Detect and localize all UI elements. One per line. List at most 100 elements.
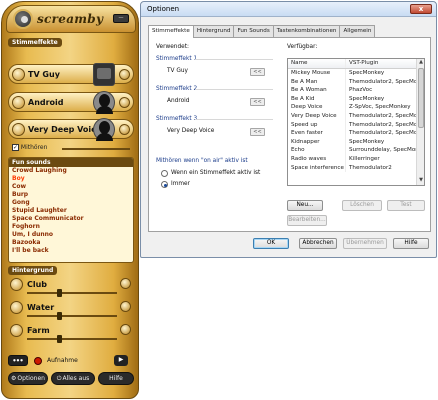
slot-3-value: Very Deep Voice bbox=[167, 128, 215, 134]
voice-toggle-2[interactable] bbox=[119, 97, 130, 108]
assign-slot-2-button[interactable]: << bbox=[250, 98, 265, 106]
background-club[interactable]: Club bbox=[8, 276, 134, 298]
list-item[interactable]: Speed upThemodulator2, SpecMonkey bbox=[288, 120, 424, 130]
optionen-button[interactable]: ⚙Optionen bbox=[8, 372, 48, 385]
fun-sound-item[interactable]: Bazooka bbox=[9, 239, 133, 247]
assign-slot-1-button[interactable]: << bbox=[250, 68, 265, 76]
list-item-plugin: Themodulator2, SpecMonkey bbox=[349, 130, 418, 137]
fun-sound-item[interactable]: Burp bbox=[9, 191, 133, 199]
column-header-plugin[interactable]: VST-Plugin bbox=[346, 59, 418, 68]
voice-effect-3[interactable]: Very Deep Voice bbox=[8, 118, 134, 141]
list-item[interactable]: Radio waves Killerringer bbox=[288, 154, 424, 164]
list-item[interactable]: Be A Kid SpecMonkey bbox=[288, 94, 424, 104]
list-item-plugin: Themodulator2, SpecMonkey bbox=[349, 78, 418, 85]
scroll-down-icon[interactable]: ▼ bbox=[417, 177, 424, 185]
list-item-plugin: SpecMonkey bbox=[349, 138, 385, 145]
scroll-up-icon[interactable]: ▲ bbox=[417, 59, 424, 67]
background-label: Club bbox=[27, 280, 48, 289]
hilfe-button-skin[interactable]: Hilfe bbox=[98, 372, 134, 385]
tab-fun-sounds[interactable]: Fun Sounds bbox=[233, 25, 274, 37]
voice-toggle-3[interactable] bbox=[119, 124, 130, 135]
available-effects-list[interactable]: Name VST-Plugin Mickey Mouse SpecMonkey B… bbox=[287, 58, 425, 186]
background-knob-farm[interactable] bbox=[10, 324, 23, 337]
list-item[interactable]: Mickey Mouse SpecMonkey bbox=[288, 69, 424, 78]
voice-effect-2[interactable]: Android bbox=[8, 91, 134, 114]
stimmeffekte-panel: Verwendet: Verfügbar: Stimmeffekt 1 TV G… bbox=[148, 37, 431, 232]
apply-button[interactable]: Übernehmen bbox=[343, 238, 387, 249]
monitor-volume-slider[interactable] bbox=[62, 148, 130, 150]
skin-header: screamby — bbox=[6, 5, 136, 33]
tab-hintergrund[interactable]: Hintergrund bbox=[192, 25, 235, 37]
background-volume-slider[interactable] bbox=[27, 289, 117, 297]
list-item[interactable]: Very Deep VoiceThemodulator2, SpecMonkey bbox=[288, 111, 424, 121]
alles-aus-button[interactable]: ⏻Alles aus bbox=[51, 372, 95, 385]
background-toggle-club[interactable] bbox=[120, 278, 131, 289]
voice-knob-1[interactable] bbox=[12, 68, 25, 81]
minimize-button[interactable]: — bbox=[113, 14, 129, 23]
voice-toggle-1[interactable] bbox=[119, 69, 130, 80]
fun-sounds-panel: Fun sounds Crowd Laughing Boy Cow Burp G… bbox=[8, 157, 134, 263]
voice-knob-2[interactable] bbox=[12, 96, 25, 109]
fun-sound-item[interactable]: Um, I dunno bbox=[9, 231, 133, 239]
background-knob-club[interactable] bbox=[10, 278, 23, 291]
assign-slot-3-button[interactable]: << bbox=[250, 128, 265, 136]
voice-knob-3[interactable] bbox=[12, 123, 25, 136]
fun-sound-item[interactable]: Foghorn bbox=[9, 223, 133, 231]
background-toggle-farm[interactable] bbox=[120, 324, 131, 335]
radio-when-active[interactable] bbox=[161, 170, 168, 177]
monitor-checkbox[interactable]: ✓ bbox=[12, 144, 19, 151]
list-item[interactable]: Be A ManThemodulator2, SpecMonkey bbox=[288, 77, 424, 87]
tab-stimmeffekte[interactable]: Stimmeffekte bbox=[148, 25, 194, 38]
record-mode-button[interactable]: ● ● ● bbox=[8, 355, 28, 366]
slider-thumb[interactable] bbox=[57, 335, 62, 343]
close-button[interactable]: x bbox=[410, 4, 432, 14]
tab-allgemein[interactable]: Allgemein bbox=[339, 25, 376, 37]
deep-voice-face-icon bbox=[93, 118, 115, 141]
dialog-titlebar[interactable]: Optionen x bbox=[141, 2, 436, 17]
list-scrollbar[interactable]: ▲ ▼ bbox=[416, 59, 424, 185]
fun-sound-item[interactable]: Cow bbox=[9, 183, 133, 191]
help-button[interactable]: Hilfe bbox=[393, 238, 429, 249]
ok-button[interactable]: OK bbox=[253, 238, 289, 249]
cancel-button[interactable]: Abbrechen bbox=[299, 238, 337, 249]
fun-sound-item[interactable]: Crowd Laughing bbox=[9, 167, 133, 175]
background-toggle-water[interactable] bbox=[120, 301, 131, 312]
background-volume-slider[interactable] bbox=[27, 312, 117, 320]
new-effect-button[interactable]: Neu... bbox=[287, 200, 323, 211]
column-header-name[interactable]: Name bbox=[288, 59, 346, 68]
tab-tastenkombinationen[interactable]: Tastenkombinationen bbox=[272, 25, 341, 37]
fun-sound-item[interactable]: Stupid Laughter bbox=[9, 207, 133, 215]
list-item[interactable]: Deep Voice Z-SpVoc, SpecMonkey bbox=[288, 103, 424, 112]
fun-sound-item[interactable]: I'll be back bbox=[9, 247, 133, 255]
delete-effect-button[interactable]: Löschen bbox=[342, 200, 382, 211]
background-farm[interactable]: Farm bbox=[8, 322, 134, 344]
edit-effect-button[interactable]: Bearbeiten... bbox=[287, 215, 327, 226]
list-item-plugin: Killerringer bbox=[349, 155, 380, 162]
fun-sound-item[interactable]: Boy bbox=[9, 175, 133, 183]
radio-always[interactable] bbox=[161, 181, 168, 188]
list-item[interactable]: Space interference Themodulator2 bbox=[288, 163, 424, 173]
voice-effect-1[interactable]: TV Guy bbox=[8, 63, 134, 86]
slot-2-value: Android bbox=[167, 98, 190, 104]
list-item-name: Space interference bbox=[288, 163, 346, 173]
slider-thumb[interactable] bbox=[57, 289, 62, 297]
list-item[interactable]: Even fasterThemodulator2, SpecMonkey bbox=[288, 129, 424, 138]
slider-thumb[interactable] bbox=[57, 312, 62, 320]
logo-emblem-icon bbox=[13, 9, 33, 29]
list-item[interactable]: Kidnapper SpecMonkey bbox=[288, 137, 424, 147]
test-effect-button[interactable]: Test bbox=[387, 200, 425, 211]
tv-icon bbox=[93, 63, 115, 86]
list-item[interactable]: EchoSurrounddelay, SpecMonkey bbox=[288, 146, 424, 155]
list-item[interactable]: Be A Woman PhazVoc bbox=[288, 86, 424, 95]
android-face-icon bbox=[93, 91, 115, 114]
scrollbar-thumb[interactable] bbox=[418, 68, 424, 128]
background-volume-slider[interactable] bbox=[27, 335, 117, 343]
fun-sound-item[interactable]: Space Communicator bbox=[9, 215, 133, 223]
background-water[interactable]: Water bbox=[8, 299, 134, 321]
fun-sound-item[interactable]: Gong bbox=[9, 199, 133, 207]
record-icon[interactable] bbox=[34, 357, 42, 365]
background-label: Farm bbox=[27, 326, 50, 335]
background-label: Water bbox=[27, 303, 55, 312]
play-icon[interactable]: ▶ bbox=[114, 355, 128, 366]
background-knob-water[interactable] bbox=[10, 301, 23, 314]
